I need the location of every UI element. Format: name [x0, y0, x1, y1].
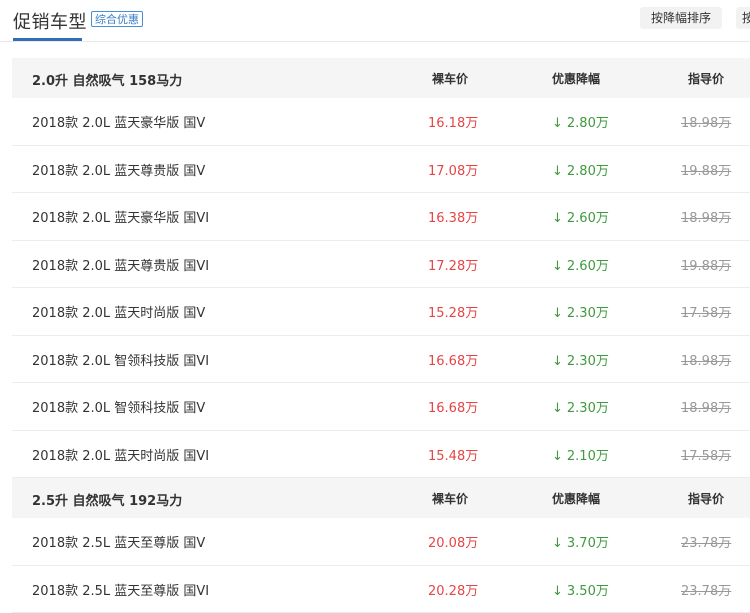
discount-value: 2.80万	[567, 116, 609, 131]
model-name[interactable]: 2018款 2.5L 蓝天至尊版 国VI	[32, 580, 209, 599]
table-row[interactable]: 2018款 2.0L 蓝天时尚版 国VI 15.48万 ↓ 2.10万 17.58万	[12, 431, 750, 479]
discount-amount: ↓ 2.80万	[552, 160, 609, 179]
discount-value: 3.70万	[567, 536, 609, 551]
page-header: 促销车型 综合优惠 按降幅排序 按	[0, 0, 750, 42]
arrow-down-icon: ↓	[552, 211, 563, 226]
model-name[interactable]: 2018款 2.0L 蓝天时尚版 国V	[32, 302, 205, 321]
model-name[interactable]: 2018款 2.0L 蓝天尊贵版 国VI	[32, 255, 209, 274]
active-tab-indicator	[13, 38, 82, 41]
model-name[interactable]: 2018款 2.0L 蓝天时尚版 国VI	[32, 445, 209, 464]
arrow-down-icon: ↓	[552, 401, 563, 416]
column-header-discount: 优惠降幅	[552, 490, 600, 507]
arrow-down-icon: ↓	[552, 306, 563, 321]
table-row[interactable]: 2018款 2.0L 智领科技版 国VI 16.68万 ↓ 2.30万 18.98万	[12, 336, 750, 384]
model-name[interactable]: 2018款 2.0L 蓝天尊贵版 国V	[32, 160, 205, 179]
column-header-discount: 优惠降幅	[552, 70, 600, 87]
promo-model-table: 2.0升 自然吸气 158马力裸车价优惠降幅指导价2018款 2.0L 蓝天豪华…	[12, 58, 750, 613]
group-header: 2.5升 自然吸气 192马力 裸车价 优惠降幅 指导价	[12, 478, 750, 518]
arrow-down-icon: ↓	[552, 449, 563, 464]
group-header: 2.0升 自然吸气 158马力 裸车价 优惠降幅 指导价	[12, 58, 750, 98]
discount-value: 2.60万	[567, 259, 609, 274]
bare-car-price: 16.38万	[428, 207, 478, 226]
arrow-down-icon: ↓	[552, 354, 563, 369]
model-name[interactable]: 2018款 2.0L 蓝天豪华版 国V	[32, 112, 205, 131]
discount-value: 2.30万	[567, 401, 609, 416]
model-name[interactable]: 2018款 2.0L 智领科技版 国VI	[32, 350, 209, 369]
discount-amount: ↓ 2.60万	[552, 255, 609, 274]
column-header-guide-price: 指导价	[688, 70, 724, 87]
discount-amount: ↓ 2.30万	[552, 397, 609, 416]
table-row[interactable]: 2018款 2.5L 蓝天至尊版 国V 20.08万 ↓ 3.70万 23.78万	[12, 518, 750, 566]
bare-car-price: 17.28万	[428, 255, 478, 274]
table-row[interactable]: 2018款 2.0L 蓝天尊贵版 国V 17.08万 ↓ 2.80万 19.88万	[12, 146, 750, 194]
table-row[interactable]: 2018款 2.0L 蓝天豪华版 国VI 16.38万 ↓ 2.60万 18.98万	[12, 193, 750, 241]
discount-value: 2.60万	[567, 211, 609, 226]
discount-amount: ↓ 2.30万	[552, 350, 609, 369]
guide-price: 18.98万	[681, 397, 731, 416]
table-row[interactable]: 2018款 2.0L 蓝天尊贵版 国VI 17.28万 ↓ 2.60万 19.88万	[12, 241, 750, 289]
discount-amount: ↓ 3.70万	[552, 532, 609, 551]
guide-price: 18.98万	[681, 207, 731, 226]
bare-car-price: 17.08万	[428, 160, 478, 179]
bare-car-price: 16.18万	[428, 112, 478, 131]
bare-car-price: 16.68万	[428, 350, 478, 369]
model-name[interactable]: 2018款 2.0L 智领科技版 国V	[32, 397, 205, 416]
discount-amount: ↓ 2.10万	[552, 445, 609, 464]
bare-car-price: 20.28万	[428, 580, 478, 599]
table-row[interactable]: 2018款 2.0L 蓝天时尚版 国V 15.28万 ↓ 2.30万 17.58万	[12, 288, 750, 336]
guide-price: 17.58万	[681, 302, 731, 321]
engine-spec-title: 2.0升 自然吸气 158马力	[32, 70, 182, 89]
bare-car-price: 15.48万	[428, 445, 478, 464]
discount-amount: ↓ 2.80万	[552, 112, 609, 131]
arrow-down-icon: ↓	[552, 164, 563, 179]
discount-value: 2.10万	[567, 449, 609, 464]
guide-price: 19.88万	[681, 160, 731, 179]
page-title[interactable]: 促销车型	[13, 8, 87, 34]
discount-tag: 综合优惠	[91, 11, 143, 27]
discount-amount: ↓3.50万	[552, 580, 609, 599]
discount-amount: ↓ 2.30万	[552, 302, 609, 321]
guide-price: 23.78万	[681, 532, 731, 551]
discount-value: 2.80万	[567, 164, 609, 179]
guide-price: 18.98万	[681, 350, 731, 369]
bare-car-price: 16.68万	[428, 397, 478, 416]
model-name[interactable]: 2018款 2.0L 蓝天豪华版 国VI	[32, 207, 209, 226]
model-name[interactable]: 2018款 2.5L 蓝天至尊版 国V	[32, 532, 205, 551]
column-header-price: 裸车价	[432, 490, 468, 507]
engine-spec-title: 2.5升 自然吸气 192马力	[32, 490, 182, 509]
discount-value: 2.30万	[567, 354, 609, 369]
table-row[interactable]: 2018款 2.5L 蓝天至尊版 国VI 20.28万 ↓3.50万 23.78万	[12, 566, 750, 613]
sort-button-secondary[interactable]: 按	[736, 7, 750, 29]
bare-car-price: 20.08万	[428, 532, 478, 551]
arrow-down-icon: ↓	[552, 116, 563, 131]
guide-price: 17.58万	[681, 445, 731, 464]
column-header-guide-price: 指导价	[688, 490, 724, 507]
bare-car-price: 15.28万	[428, 302, 478, 321]
table-row[interactable]: 2018款 2.0L 智领科技版 国V 16.68万 ↓ 2.30万 18.98万	[12, 383, 750, 431]
guide-price: 19.88万	[681, 255, 731, 274]
table-row[interactable]: 2018款 2.0L 蓝天豪华版 国V 16.18万 ↓ 2.80万 18.98万	[12, 98, 750, 146]
arrow-down-icon: ↓	[552, 536, 563, 551]
guide-price: 23.78万	[681, 580, 731, 599]
discount-value: 2.30万	[567, 306, 609, 321]
discount-amount: ↓ 2.60万	[552, 207, 609, 226]
column-header-price: 裸车价	[432, 70, 468, 87]
guide-price: 18.98万	[681, 112, 731, 131]
sort-by-discount-button[interactable]: 按降幅排序	[640, 7, 722, 29]
arrow-down-icon: ↓	[552, 259, 563, 274]
